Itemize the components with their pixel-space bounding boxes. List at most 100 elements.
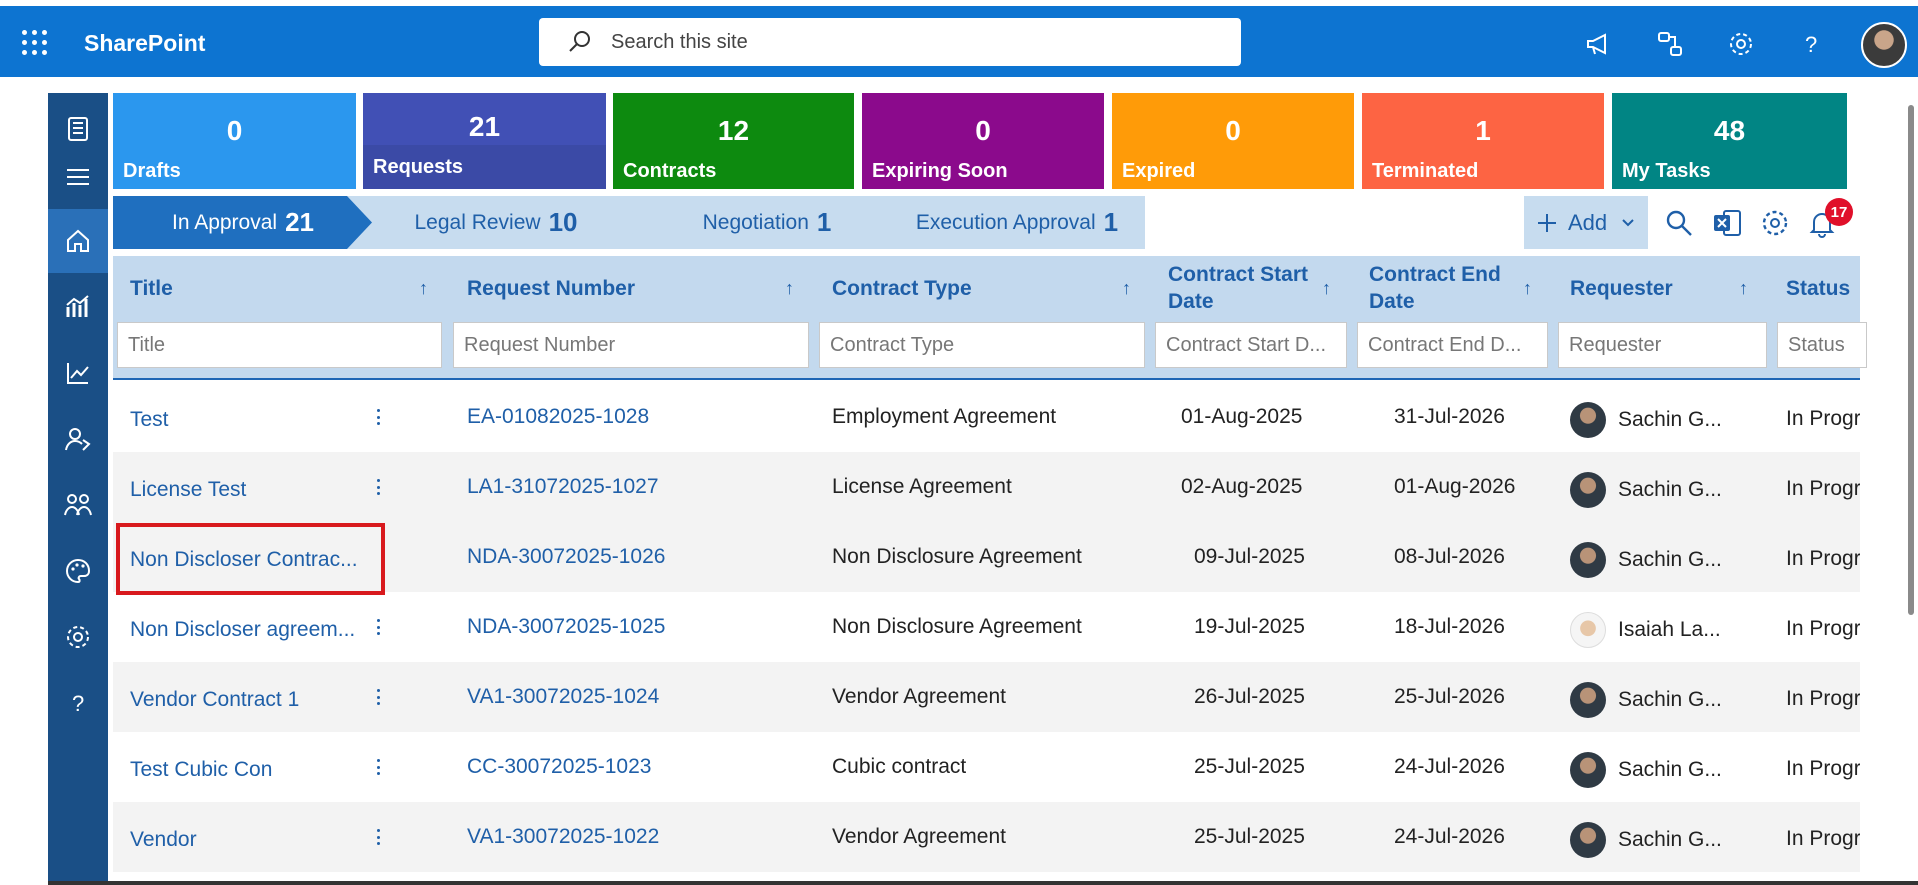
user-permissions-icon[interactable] [48,415,108,463]
column-header-status[interactable]: Status [1786,256,1866,320]
add-button[interactable]: Add [1524,196,1648,249]
row-title-link[interactable]: License Test [130,455,360,525]
request-number-link[interactable]: NDA-30072025-1025 [467,592,665,662]
table-row[interactable]: Non Discloser agreem... NDA-30072025-102… [113,592,1860,662]
request-number-link[interactable]: LA1-31072025-1027 [467,452,659,522]
contract-type: Non Disclosure Agreement [832,545,1082,568]
row-more-icon[interactable] [371,684,385,710]
help-icon[interactable]: ? [1797,30,1825,58]
column-header-requester[interactable]: Requester [1570,256,1720,320]
brand-name[interactable]: SharePoint [84,30,205,57]
tile-expiring-soon[interactable]: 0 Expiring Soon [862,93,1104,189]
home-icon[interactable] [48,209,108,273]
megaphone-icon[interactable] [1584,30,1612,58]
row-more-icon[interactable] [371,404,385,430]
requester-cell[interactable]: Sachin G... [1570,525,1722,595]
tile-requests[interactable]: 21 Requests [363,93,606,189]
table-row[interactable]: Test EA-01082025-1028 Employment Agreeme… [113,382,1860,452]
nav-settings-icon[interactable] [48,613,108,661]
stage-negotiation[interactable]: Negotiation 1 [618,196,916,249]
requester-cell[interactable]: Sachin G... [1570,805,1722,875]
analytics-icon[interactable] [48,349,108,397]
reports-icon[interactable] [48,283,108,331]
sort-arrow-icon[interactable]: ↑ [1523,278,1532,299]
filter-title[interactable] [117,322,442,368]
row-more-icon[interactable] [371,474,385,500]
sort-arrow-icon[interactable]: ↑ [785,278,794,299]
tile-my-tasks[interactable]: 48 My Tasks [1612,93,1847,189]
requester-cell[interactable]: Isaiah La... [1570,595,1721,665]
stage-count: 10 [548,207,578,237]
status: In Progr [1786,757,1860,780]
app-launcher-icon[interactable] [22,30,48,56]
requester-cell[interactable]: Sachin G... [1570,455,1722,525]
tile-label: Contracts [623,160,717,182]
site-search-box[interactable] [539,18,1241,66]
requester-cell[interactable]: Sachin G... [1570,735,1722,805]
row-more-icon[interactable] [371,824,385,850]
stage-execution-approval[interactable]: Execution Approval 1 [889,196,1145,249]
column-header-contract-type[interactable]: Contract Type [832,256,1102,320]
sort-arrow-icon[interactable]: ↑ [419,278,428,299]
request-number-link[interactable]: CC-30072025-1023 [467,732,651,802]
grid-settings-icon[interactable] [1760,208,1790,238]
start-date: 25-Jul-2025 [1194,755,1305,778]
end-date: 18-Jul-2026 [1394,615,1505,638]
table-row[interactable]: License Test LA1-31072025-1027 License A… [113,452,1860,522]
stage-label: Legal Review [414,210,541,234]
column-header-request-number[interactable]: Request Number [467,256,737,320]
requester-cell[interactable]: Sachin G... [1570,665,1722,735]
contract-type: Cubic contract [832,755,967,778]
vertical-scrollbar[interactable] [1908,105,1914,615]
sort-arrow-icon[interactable]: ↑ [1322,278,1331,299]
excel-export-icon[interactable] [1712,208,1742,238]
row-title-link[interactable]: Test [130,385,360,455]
requester-name: Sachin G... [1618,758,1722,781]
search-icon[interactable] [1664,208,1694,238]
table-row[interactable]: Vendor Contract 1 VA1-30072025-1024 Vend… [113,662,1860,732]
sort-arrow-icon[interactable]: ↑ [1739,278,1748,299]
search-input[interactable] [611,30,1171,54]
filter-status[interactable] [1777,322,1867,368]
row-more-icon[interactable] [371,614,385,640]
status: In Progr [1786,827,1860,850]
menu-icon[interactable] [48,153,108,201]
team-icon[interactable] [48,481,108,529]
row-title-link[interactable]: Test Cubic Con [130,735,360,805]
filter-contract-type[interactable] [819,322,1145,368]
request-number-link[interactable]: EA-01082025-1028 [467,382,649,452]
tile-label: Terminated [1372,160,1479,182]
filter-request-number[interactable] [453,322,809,368]
filter-requester[interactable] [1558,322,1767,368]
palette-icon[interactable] [48,547,108,595]
request-number-link[interactable]: VA1-30072025-1022 [467,802,659,872]
flow-icon[interactable] [1656,30,1684,58]
row-title-link[interactable]: Vendor [130,805,360,875]
sort-arrow-icon[interactable]: ↑ [1122,278,1131,299]
stage-legal-review[interactable]: Legal Review 10 [347,196,645,249]
start-date: 09-Jul-2025 [1194,545,1305,568]
tile-expired[interactable]: 0 Expired [1112,93,1354,189]
user-avatar[interactable] [1861,22,1907,68]
tile-drafts[interactable]: 0 Drafts [113,93,356,189]
filter-contract-end-date[interactable] [1357,322,1548,368]
table-row[interactable]: Vendor VA1-30072025-1022 Vendor Agreemen… [113,802,1860,872]
column-header-contract-start-date[interactable]: Contract Start Date [1168,256,1318,320]
table-row[interactable]: Test Cubic Con CC-30072025-1023 Cubic co… [113,732,1860,802]
filter-contract-start-date[interactable] [1155,322,1347,368]
row-title-link[interactable]: Vendor Contract 1 [130,665,360,735]
column-header-title[interactable]: Title [130,256,360,320]
requester-cell[interactable]: Sachin G... [1570,385,1722,455]
settings-icon[interactable] [1727,30,1755,58]
tile-contracts[interactable]: 12 Contracts [613,93,854,189]
library-icon[interactable] [48,105,108,153]
tile-count: 0 [1225,115,1241,146]
request-number-link[interactable]: NDA-30072025-1026 [467,522,665,592]
stage-in-approval[interactable]: In Approval 21 [113,196,373,249]
column-header-contract-end-date[interactable]: Contract End Date [1369,256,1519,320]
nav-help-icon[interactable]: ? [48,679,108,727]
row-title-link[interactable]: Non Discloser agreem... [130,595,360,665]
row-more-icon[interactable] [371,754,385,780]
request-number-link[interactable]: VA1-30072025-1024 [467,662,659,732]
tile-terminated[interactable]: 1 Terminated [1362,93,1604,189]
